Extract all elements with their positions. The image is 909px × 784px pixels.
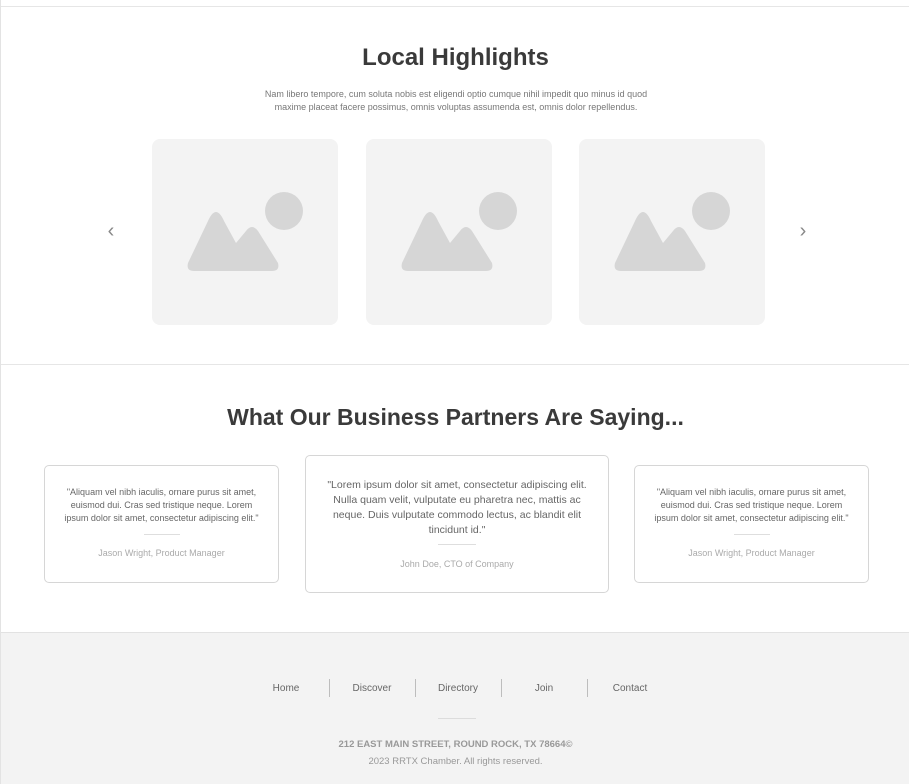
testimonial-quote: "Lorem ipsum dolor sit amet, consectetur… <box>327 479 587 536</box>
testimonial-divider <box>733 534 770 535</box>
top-divider <box>1 6 909 7</box>
testimonial-author: Jason Wright, Product Manager <box>688 548 815 558</box>
testimonial-card-3: "Aliquam vel nibh iaculis, ornare purus … <box>634 465 869 583</box>
footer-link-home[interactable]: Home <box>273 683 300 694</box>
highlight-card-1[interactable] <box>152 139 338 325</box>
image-placeholder-icon <box>614 192 730 271</box>
footer-link-contact[interactable]: Contact <box>613 683 647 694</box>
testimonial-author: John Doe, CTO of Company <box>400 559 514 569</box>
highlight-card-3[interactable] <box>579 139 765 325</box>
nav-separator <box>329 679 330 697</box>
testimonial-quote: "Aliquam vel nibh iaculis, ornare purus … <box>654 487 849 523</box>
footer-link-discover[interactable]: Discover <box>353 683 392 694</box>
image-placeholder-icon <box>187 192 303 271</box>
footer-copyright: 2023 RRTX Chamber. All rights reserved. <box>368 756 543 767</box>
footer-divider <box>438 718 476 719</box>
section-divider <box>1 364 909 365</box>
image-placeholder-icon <box>401 192 517 271</box>
page: Local Highlights Nam libero tempore, cum… <box>0 0 909 784</box>
footer-nav: Home Discover Directory Join Contact <box>1 679 909 699</box>
footer-address: 212 EAST MAIN STREET, ROUND ROCK, TX 786… <box>338 739 573 750</box>
testimonials-title: What Our Business Partners Are Saying... <box>227 404 684 430</box>
testimonial-divider <box>143 534 180 535</box>
highlight-card-2[interactable] <box>366 139 552 325</box>
footer-link-directory[interactable]: Directory <box>438 683 478 694</box>
highlights-title: Local Highlights <box>362 44 549 71</box>
nav-separator <box>501 679 502 697</box>
testimonial-card-2: "Lorem ipsum dolor sit amet, consectetur… <box>305 455 609 593</box>
nav-separator <box>415 679 416 697</box>
testimonial-card-1: "Aliquam vel nibh iaculis, ornare purus … <box>44 465 279 583</box>
testimonial-author: Jason Wright, Product Manager <box>98 548 225 558</box>
footer: Home Discover Directory Join Contact 212… <box>1 632 909 784</box>
highlights-subtitle: Nam libero tempore, cum soluta nobis est… <box>264 89 648 112</box>
carousel-prev-icon[interactable]: ‹ <box>101 221 121 241</box>
testimonial-divider <box>438 544 476 545</box>
footer-link-join[interactable]: Join <box>535 683 553 694</box>
nav-separator <box>587 679 588 697</box>
testimonial-quote: "Aliquam vel nibh iaculis, ornare purus … <box>64 487 259 523</box>
carousel-next-icon[interactable]: › <box>793 221 813 241</box>
